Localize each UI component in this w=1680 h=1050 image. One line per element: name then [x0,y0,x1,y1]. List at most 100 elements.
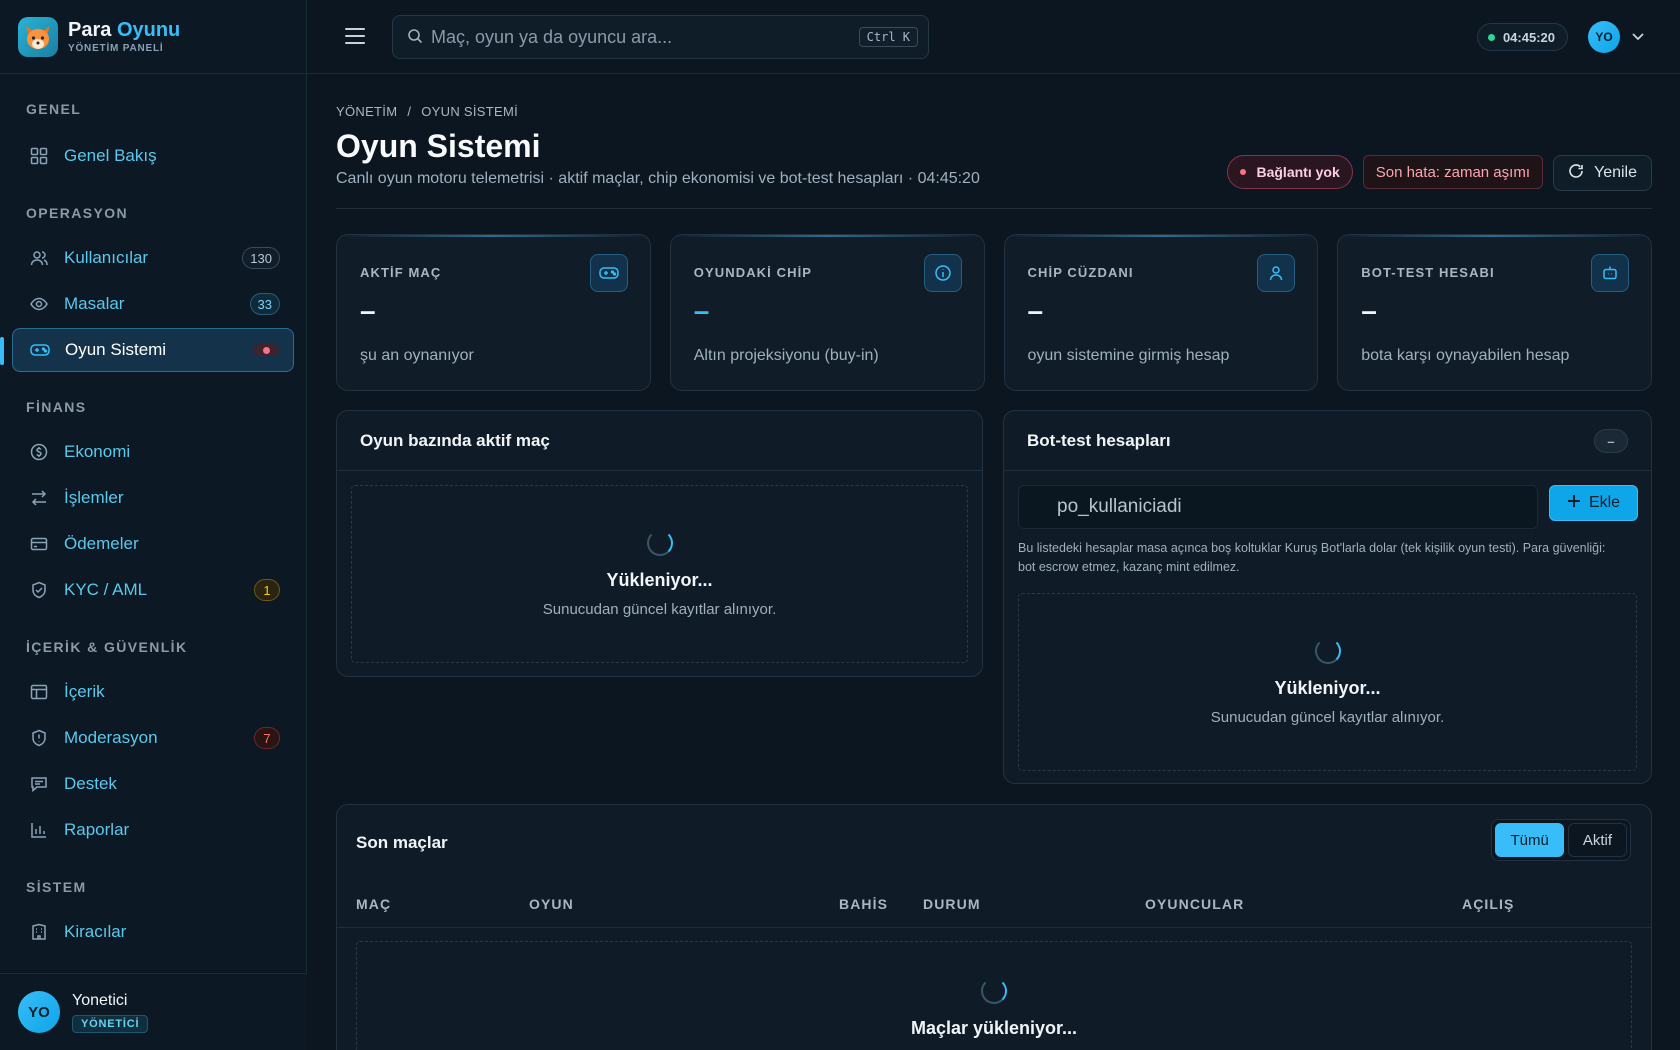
connection-status-text: Bağlantı yok [1256,164,1340,180]
refresh-button[interactable]: Yenile [1552,155,1652,191]
panel-title: Son maçlar [356,832,448,852]
column-header-stake[interactable]: BAHİS [839,896,888,912]
search-box[interactable]: Ctrl K [392,15,929,59]
loading-state: Yükleniyor... Sunucudan güncel kayıtlar … [1018,593,1637,771]
nav-section-system: SİSTEM [26,879,87,895]
sidebar-item-tenants[interactable]: Kiracılar [12,910,294,954]
nav-section-general: GENEL [26,101,82,117]
profile-avatar[interactable]: YO [1588,21,1620,53]
add-bot-account-button[interactable]: Ekle [1549,485,1638,521]
sidebar-item-kyc[interactable]: KYC / AML 1 [12,568,294,612]
filter-all-button[interactable]: Tümü [1495,823,1564,857]
panel-title: Bot-test hesapları [1027,430,1171,450]
connection-status-badge: Bağlantı yok [1227,155,1353,189]
tables-count-badge: 33 [249,293,280,315]
sidebar-item-label: Kullanıcılar [64,248,149,267]
loading-title: Maçlar yükleniyor... [910,1018,1078,1038]
loading-state: Maçlar yükleniyor... [356,941,1632,1050]
add-label: Ekle [1588,494,1621,511]
gamepad-icon [589,254,628,292]
sidebar-item-overview[interactable]: Genel Bakış [12,134,294,178]
layout-icon [28,681,50,703]
breadcrumb-root[interactable]: YÖNETİM [336,104,397,119]
plus-icon [1567,494,1581,513]
bot-username-input[interactable] [1018,485,1538,529]
stat-value: – [360,295,376,326]
stat-cards: AKTİF MAÇ – şu an oynanıyor OYUNDAKİ CHİ… [336,234,1652,391]
brand-subtitle: YÖNETİM PANELİ [68,42,164,54]
sidebar-item-economy[interactable]: Ekonomi [12,430,294,474]
refresh-icon [1568,163,1584,184]
sidebar-item-label: Ekonomi [64,442,131,461]
loading-title: Yükleniyor... [606,570,713,590]
brand-name: Para Oyunu [68,18,181,41]
spinner-icon [646,530,673,556]
arrows-icon [28,487,50,509]
fox-logo-icon [18,16,58,57]
topbar: Ctrl K 04:45:20 YO [307,0,1680,74]
menu-icon[interactable] [345,28,365,44]
sidebar-item-label: Raporlar [64,820,130,839]
online-dot [1487,33,1495,41]
refresh-label: Yenile [1593,164,1637,181]
filter-active-button[interactable]: Aktif [1567,823,1627,857]
column-header-opening[interactable]: AÇILIŞ [1462,896,1515,912]
current-user[interactable]: YO Yonetici YÖNETİCİ [0,973,307,1050]
column-header-game[interactable]: OYUN [529,896,574,912]
bot-count-badge: – [1594,429,1628,453]
stat-description: şu an oynanıyor [360,347,474,364]
page-subtitle: Canlı oyun motoru telemetrisi · aktif ma… [336,170,980,187]
sidebar-item-label: Destek [64,774,117,793]
stat-value: – [693,295,710,326]
sidebar-item-label: Oyun Sistemi [65,340,167,359]
nav-section-content: İÇERİK & GÜVENLİK [26,639,188,655]
page-title: Oyun Sistemi [336,128,541,164]
stat-card-chip-wallet: CHİP CÜZDANI – oyun sistemine girmiş hes… [1003,234,1319,391]
spinner-icon [981,978,1007,1004]
column-header-status[interactable]: DURUM [923,896,981,912]
breadcrumb-current: OYUN SİSTEMİ [421,104,519,119]
server-clock: 04:45:20 [1476,23,1568,51]
nav-section-finance: FİNANS [26,399,87,415]
column-header-players[interactable]: OYUNCULAR [1145,896,1244,912]
sidebar-item-label: İçerik [64,682,105,701]
column-header-match[interactable]: MAÇ [356,896,391,912]
stat-card-active-matches: AKTİF MAÇ – şu an oynanıyor [336,234,651,391]
sidebar-item-label: Genel Bakış [64,146,157,165]
stat-card-chips-in-game: OYUNDAKİ CHİP – Altın projeksiyonu (buy-… [669,234,985,391]
sidebar-item-support[interactable]: Destek [12,762,294,806]
nav-section-operations: OPERASYON [26,205,129,221]
building-icon [28,921,50,943]
sidebar-item-moderation[interactable]: Moderasyon 7 [12,716,294,760]
sidebar-item-transactions[interactable]: İşlemler [12,476,294,520]
chevron-down-icon[interactable] [1630,28,1646,44]
sidebar-item-users[interactable]: Kullanıcılar 130 [12,236,294,280]
sidebar-item-label: Masalar [64,294,125,313]
active-matches-by-game-panel: Oyun bazında aktif maç Yükleniyor... Sun… [336,410,983,677]
sidebar-item-content[interactable]: İçerik [12,670,294,714]
loading-state: Yükleniyor... Sunucudan güncel kayıtlar … [351,485,968,663]
brand[interactable]: Para Oyunu YÖNETİM PANELİ [0,0,306,74]
sidebar-item-label: İşlemler [64,488,124,507]
sidebar-item-game-system[interactable]: Oyun Sistemi [0,328,294,372]
sidebar-item-reports[interactable]: Raporlar [12,808,294,852]
main-content: YÖNETİM / OYUN SİSTEMİ Oyun Sistemi Canl… [336,74,1652,1050]
loading-subtitle: Sunucudan güncel kayıtlar alınıyor. [1210,709,1445,726]
gamepad-icon [29,339,51,361]
grid-icon [28,145,50,167]
users-icon [28,247,50,269]
match-filter: Tümü Aktif [1491,819,1631,861]
user-icon [1257,254,1296,292]
shield-icon [28,727,50,749]
sidebar-item-tables[interactable]: Masalar 33 [12,282,294,326]
header-divider [336,208,1652,209]
kyc-count-badge: 1 [254,579,280,601]
search-input[interactable] [431,26,831,48]
live-status-indicator [253,344,279,356]
sidebar-item-payments[interactable]: Ödemeler [12,522,294,566]
breadcrumb-separator: / [407,104,412,119]
sidebar-item-label: Kiracılar [64,922,127,941]
avatar: YO [18,991,60,1033]
table-header: MAÇ OYUN BAHİS DURUM OYUNCULAR AÇILIŞ [337,880,1651,928]
bot-test-accounts-panel: Bot-test hesapları – Ekle Bu listedeki h… [1003,410,1652,784]
